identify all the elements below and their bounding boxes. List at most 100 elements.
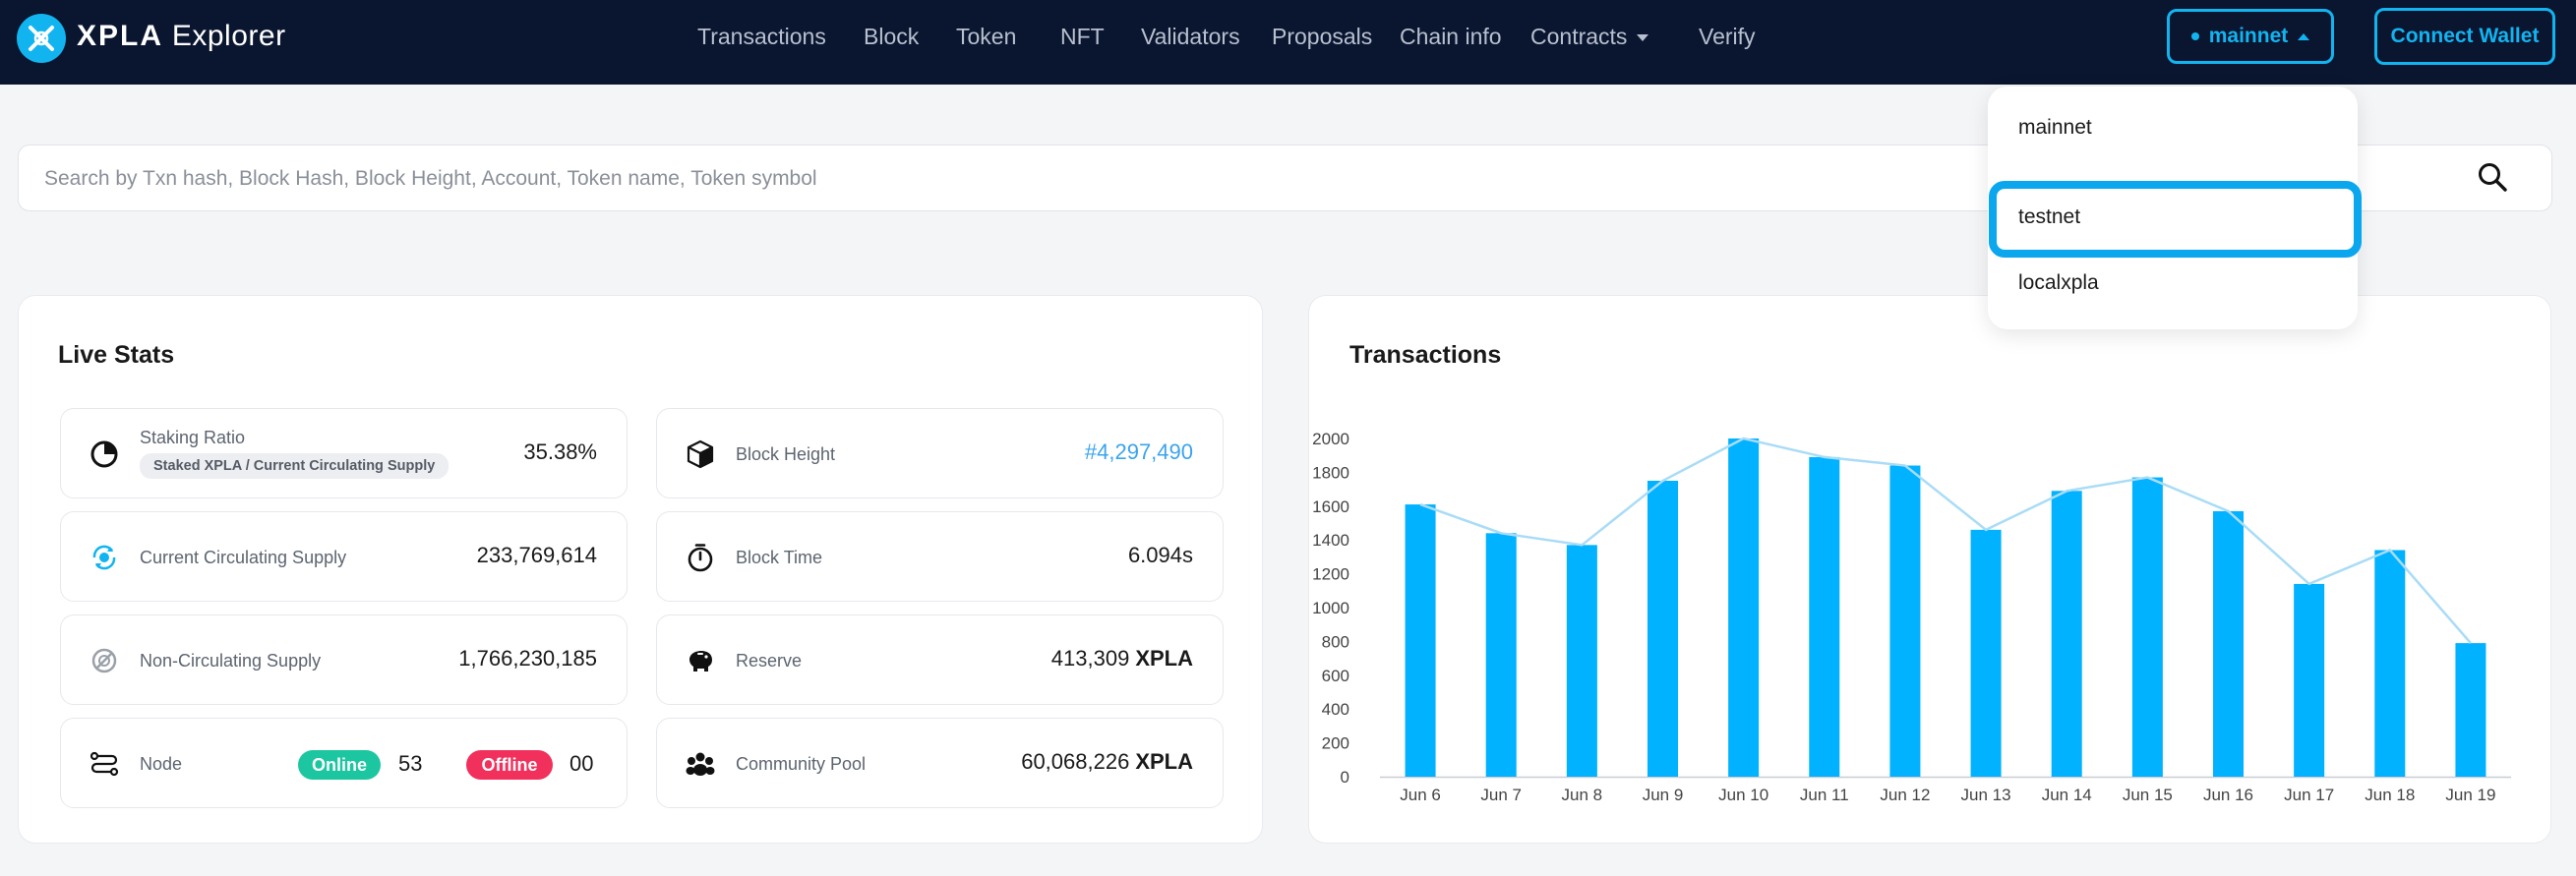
x-tick-label: Jun 10 <box>1718 786 1768 804</box>
stat-label: Current Circulating Supply <box>140 548 347 567</box>
x-tick-label: Jun 8 <box>1562 786 1603 804</box>
non-circulation-coin-icon <box>91 648 117 673</box>
bar-jun-13[interactable] <box>1970 529 2002 777</box>
stat-label: Staking Ratio <box>140 428 246 447</box>
network-option-mainnet[interactable]: mainnet <box>2018 116 2092 140</box>
brand-name-rest: Explorer <box>171 20 286 52</box>
x-tick-label: Jun 6 <box>1400 786 1441 804</box>
top-navigation-bar: XPLA Explorer Transactions Block Token N… <box>0 0 2576 85</box>
nav-nft[interactable]: NFT <box>1060 23 1105 50</box>
x-tick-label: Jun 19 <box>2445 786 2495 804</box>
stat-node: Node Online 53 Offline 00 <box>60 718 628 808</box>
pie-chart-icon <box>90 440 118 468</box>
bar-jun-12[interactable] <box>1889 465 1921 777</box>
bar-jun-18[interactable] <box>2374 550 2406 777</box>
status-dot-icon <box>2190 32 2199 40</box>
live-stats-card: Live Stats Staking Ratio Staked XPLA / C… <box>18 295 1263 844</box>
bar-jun-6[interactable] <box>1405 504 1436 777</box>
cube-icon <box>687 439 714 469</box>
stat-staking-ratio: Staking Ratio Staked XPLA / Current Circ… <box>60 408 628 498</box>
y-tick-label: 1600 <box>1312 497 1349 516</box>
x-tick-label: Jun 18 <box>2365 786 2415 804</box>
nav-validators[interactable]: Validators <box>1141 23 1240 50</box>
x-tick-label: Jun 9 <box>1643 786 1684 804</box>
network-option-localxpla[interactable]: localxpla <box>2018 271 2099 295</box>
stat-value: 413,309 XPLA <box>1051 646 1193 672</box>
y-tick-label: 600 <box>1322 667 1349 685</box>
online-count: 53 <box>398 751 423 776</box>
x-tick-label: Jun 16 <box>2203 786 2253 804</box>
bar-jun-16[interactable] <box>2213 510 2244 777</box>
x-tick-label: Jun 15 <box>2123 786 2173 804</box>
y-tick-label: 1400 <box>1312 531 1349 550</box>
nav-block[interactable]: Block <box>864 23 919 50</box>
connect-wallet-button[interactable]: Connect Wallet <box>2374 8 2555 65</box>
nav-contracts-label: Contracts <box>1530 24 1628 49</box>
bar-jun-19[interactable] <box>2455 643 2486 777</box>
block-height-link[interactable]: #4,297,490 <box>1085 439 1193 465</box>
bar-jun-11[interactable] <box>1809 456 1840 777</box>
chevron-down-icon <box>1637 34 1649 42</box>
stat-value: 233,769,614 <box>476 543 597 567</box>
nav-transactions[interactable]: Transactions <box>697 23 826 50</box>
bar-jun-17[interactable] <box>2294 583 2325 777</box>
network-nodes-icon <box>90 751 119 777</box>
stat-label: Non-Circulating Supply <box>140 651 322 671</box>
stat-label: Community Pool <box>736 754 867 774</box>
piggy-bank-icon <box>689 651 712 672</box>
nav-proposals[interactable]: Proposals <box>1272 23 1372 50</box>
stat-block-time: Block Time 6.094s <box>656 511 1224 602</box>
staking-ratio-formula-badge: Staked XPLA / Current Circulating Supply <box>140 453 449 479</box>
bar-jun-15[interactable] <box>2131 477 2163 777</box>
nav-contracts[interactable]: Contracts <box>1530 23 1649 50</box>
stat-label: Block Time <box>736 548 823 567</box>
xpla-logo-icon[interactable] <box>17 14 66 63</box>
x-tick-label: Jun 7 <box>1480 786 1522 804</box>
nav-chain-info[interactable]: Chain info <box>1400 23 1502 50</box>
stat-value: 6.094s <box>1127 543 1193 567</box>
bar-jun-9[interactable] <box>1647 481 1678 777</box>
reserve-amount: 413,309 <box>1050 646 1130 671</box>
community-icon <box>686 752 715 776</box>
bar-jun-10[interactable] <box>1728 438 1760 777</box>
stopwatch-icon <box>688 544 713 572</box>
y-tick-label: 2000 <box>1312 430 1349 448</box>
live-stats-title: Live Stats <box>58 341 175 369</box>
stat-non-circulating-supply: Non-Circulating Supply 1,766,230,185 <box>60 614 628 705</box>
bar-jun-7[interactable] <box>1485 533 1517 777</box>
stat-community-pool: Community Pool 60,068,226 XPLA <box>656 718 1224 808</box>
y-tick-label: 1800 <box>1312 463 1349 482</box>
brand-name[interactable]: XPLA Explorer <box>77 20 286 53</box>
stat-reserve: Reserve 413,309 XPLA <box>656 614 1224 705</box>
y-tick-label: 1000 <box>1312 599 1349 617</box>
bar-jun-14[interactable] <box>2051 491 2082 777</box>
stat-label: Block Height <box>736 444 836 464</box>
x-tick-label: Jun 14 <box>2042 786 2092 804</box>
y-tick-label: 200 <box>1322 734 1349 753</box>
search-icon[interactable] <box>2476 160 2509 194</box>
community-pool-unit: XPLA <box>1135 749 1193 774</box>
chevron-up-icon <box>2298 32 2310 40</box>
y-tick-label: 400 <box>1322 700 1349 719</box>
circulation-coin-icon <box>92 545 116 570</box>
nav-token[interactable]: Token <box>956 23 1016 50</box>
stat-value: 35.38% <box>523 439 597 464</box>
brand-name-bold: XPLA <box>77 20 164 52</box>
x-tick-label: Jun 11 <box>1800 786 1849 804</box>
nav-verify[interactable]: Verify <box>1699 23 1756 50</box>
transactions-card: Transactions 0 200 400 600 800 1000 1200 1400 16… <box>1308 295 2551 844</box>
network-selector-button[interactable]: mainnet <box>2167 9 2334 64</box>
community-pool-amount: 60,068,226 <box>1021 749 1130 774</box>
stat-label: Node <box>140 754 183 774</box>
stat-block-height: Block Height #4,297,490 <box>656 408 1224 498</box>
testnet-option-highlight <box>1989 181 2362 258</box>
reserve-unit: XPLA <box>1135 646 1193 671</box>
stat-label: Reserve <box>736 651 803 671</box>
y-tick-label: 0 <box>1341 768 1349 787</box>
bar-jun-8[interactable] <box>1566 545 1597 777</box>
stat-value: 1,766,230,185 <box>458 646 597 671</box>
stat-circulating-supply: Current Circulating Supply 233,769,614 <box>60 511 628 602</box>
stat-value: 60,068,226 XPLA <box>1021 749 1193 775</box>
offline-count: 00 <box>569 751 594 776</box>
online-badge: Online <box>298 750 381 780</box>
